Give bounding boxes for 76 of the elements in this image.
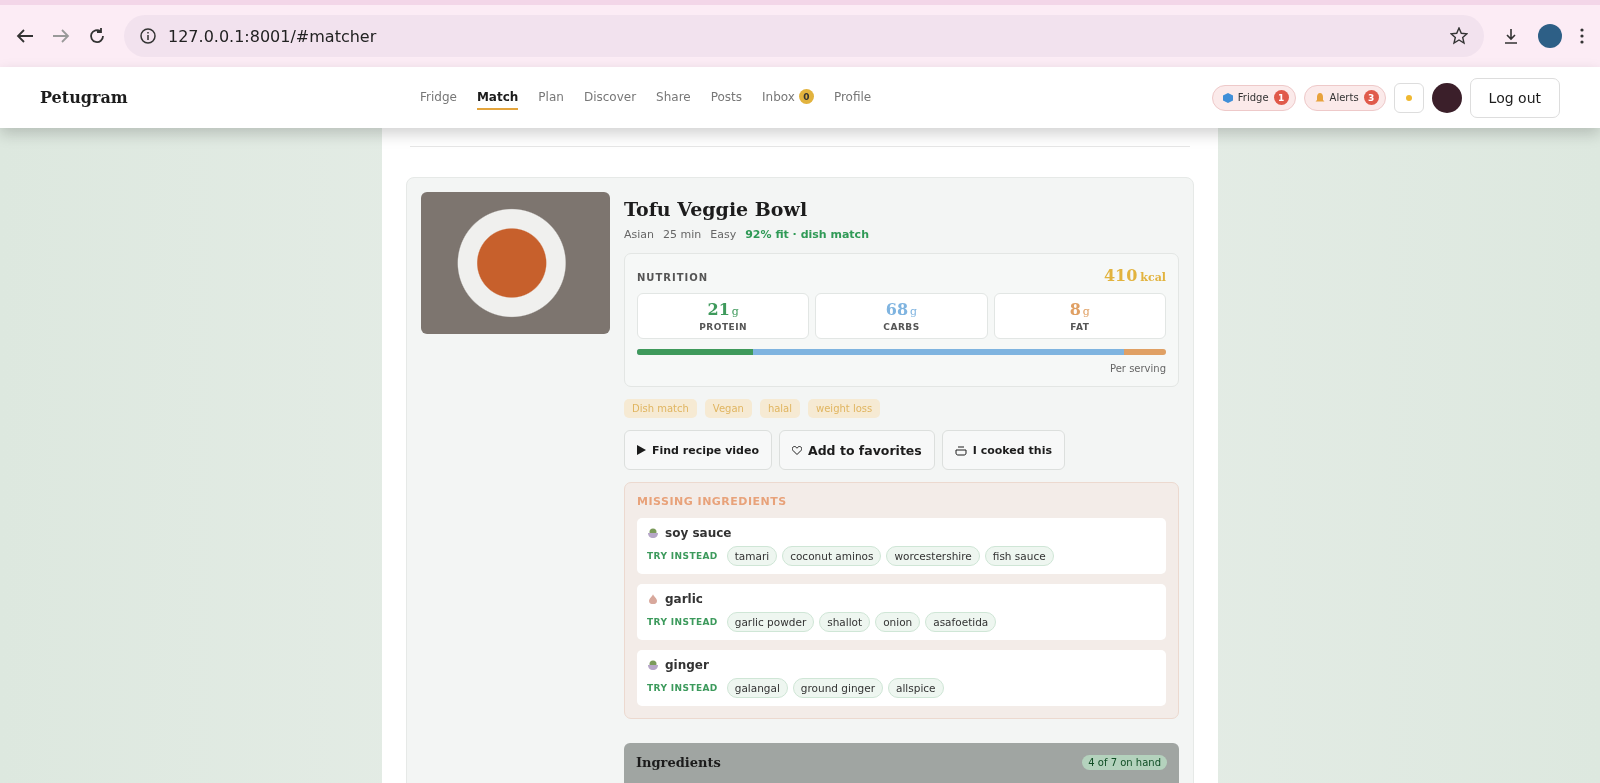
nav-tab[interactable]: Fridge bbox=[420, 85, 457, 110]
serving-note: Per serving bbox=[1110, 363, 1166, 374]
count-badge: 1 bbox=[1273, 90, 1289, 105]
sun-icon bbox=[1403, 92, 1414, 103]
recipe-title: Tofu Veggie Bowl bbox=[624, 198, 809, 220]
info-icon bbox=[140, 28, 156, 44]
substitute-chip[interactable]: garlic powder bbox=[726, 612, 815, 632]
avatar[interactable] bbox=[1431, 82, 1462, 113]
bell-icon bbox=[1314, 92, 1325, 103]
try-instead-label: TRY INSTEAD bbox=[647, 617, 718, 627]
garlic-icon bbox=[647, 593, 659, 605]
tag: halal bbox=[759, 399, 801, 418]
substitute-chip[interactable]: asafoetida bbox=[925, 612, 997, 632]
nav-tab[interactable]: Share bbox=[656, 85, 691, 110]
substitute-chip[interactable]: shallot bbox=[819, 612, 871, 632]
nav-tab[interactable]: Inbox 0 bbox=[762, 85, 814, 110]
recipe-meta: 25 min bbox=[663, 228, 702, 241]
macro-label: PROTEIN bbox=[699, 322, 748, 332]
try-instead-label: TRY INSTEAD bbox=[647, 683, 718, 693]
url-text: 127.0.0.1:8001/#matcher bbox=[168, 26, 378, 46]
calories: 410 kcal bbox=[1103, 266, 1166, 285]
ingredient-name: soy sauce bbox=[665, 526, 732, 540]
substitute-chip[interactable]: worcestershire bbox=[886, 546, 980, 566]
back-icon[interactable] bbox=[16, 28, 34, 44]
bowl-icon bbox=[647, 527, 659, 539]
cube-icon bbox=[1222, 92, 1233, 103]
macro-value: 68g bbox=[885, 300, 918, 319]
try-instead-label: TRY INSTEAD bbox=[647, 551, 718, 561]
substitute-chip[interactable]: galangal bbox=[726, 678, 788, 698]
header-pill-button[interactable]: Fridge 1 bbox=[1211, 84, 1296, 111]
ingredient-name: ginger bbox=[665, 658, 709, 672]
tag: Dish match bbox=[624, 399, 697, 418]
substitute-chip[interactable]: tamari bbox=[726, 546, 778, 566]
action-button[interactable]: Add to favorites bbox=[779, 430, 935, 470]
play-icon bbox=[637, 445, 646, 455]
substitute-chip[interactable]: onion bbox=[875, 612, 921, 632]
substitute-chip[interactable]: allspice bbox=[888, 678, 944, 698]
substitute-chip[interactable]: coconut aminos bbox=[782, 546, 882, 566]
macro-value: 8 g bbox=[1069, 300, 1090, 319]
tag: Vegan bbox=[704, 399, 752, 418]
heart-icon bbox=[792, 445, 802, 455]
substitute-chip[interactable]: fish sauce bbox=[984, 546, 1054, 566]
tag: weight loss bbox=[808, 399, 881, 418]
bowl-icon bbox=[647, 659, 659, 671]
nav-tab[interactable]: Discover bbox=[583, 85, 637, 110]
recipe-meta: Easy bbox=[710, 228, 737, 241]
missing-title: MISSING INGREDIENTS bbox=[637, 495, 788, 508]
ingredient-name: garlic bbox=[665, 592, 703, 606]
profile-icon bbox=[1538, 24, 1562, 48]
count-badge: 3 bbox=[1363, 90, 1379, 105]
nav-tab[interactable]: Match bbox=[476, 85, 519, 110]
macro-value: 21 g bbox=[707, 300, 739, 319]
fit-score: 92% fit · dish match bbox=[745, 228, 869, 241]
nav-tab[interactable]: Profile bbox=[833, 85, 872, 110]
address-bar[interactable]: 127.0.0.1:8001/#matcher bbox=[124, 15, 1484, 57]
logout-button[interactable]: Log out bbox=[1469, 77, 1560, 118]
substitute-chip[interactable]: ground ginger bbox=[792, 678, 883, 698]
action-button[interactable]: Find recipe video bbox=[624, 430, 772, 470]
menu-icon bbox=[1580, 28, 1584, 44]
star-icon bbox=[1450, 27, 1468, 45]
ingredients-header[interactable]: Ingredients 4 of 7 on hand bbox=[624, 743, 1179, 783]
action-button[interactable]: I cooked this bbox=[941, 430, 1065, 470]
logo[interactable]: Petugram bbox=[40, 88, 420, 107]
nav-tab[interactable]: Posts bbox=[710, 85, 743, 110]
download-icon bbox=[1502, 27, 1520, 45]
recipe-meta: Asian bbox=[624, 228, 655, 241]
count-badge: 0 bbox=[798, 89, 814, 104]
macro-label: CARBS bbox=[883, 322, 920, 332]
on-hand-count: 4 of 7 on hand bbox=[1082, 755, 1167, 770]
nutrition-label: NUTRITION bbox=[637, 272, 709, 283]
theme-toggle[interactable] bbox=[1393, 82, 1424, 113]
macro-label: FAT bbox=[1070, 322, 1090, 332]
reload-icon[interactable] bbox=[88, 27, 106, 45]
nav-tab[interactable]: Plan bbox=[538, 85, 564, 110]
header-pill-button[interactable]: Alerts 3 bbox=[1303, 84, 1386, 111]
ingredients-title: Ingredients bbox=[636, 755, 721, 770]
